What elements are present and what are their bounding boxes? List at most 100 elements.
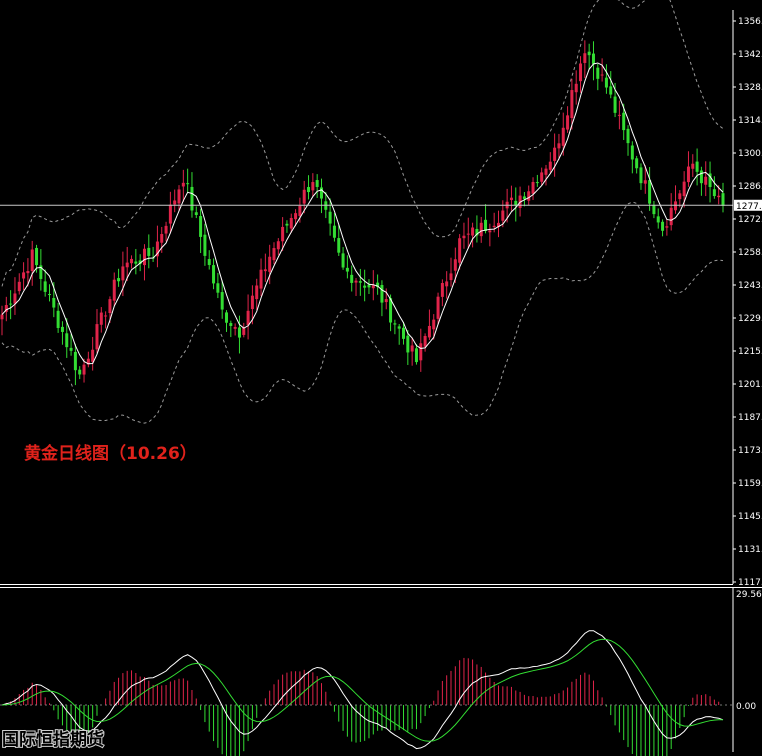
candle-body [160, 234, 164, 243]
candle-body [635, 158, 639, 169]
candle-body [207, 259, 211, 265]
candle-body [380, 284, 384, 303]
candle-body [639, 167, 643, 184]
candle-body [492, 225, 496, 228]
candle-body [445, 281, 449, 287]
candle-body [604, 77, 608, 88]
y-tick-label: 1286. [738, 182, 762, 192]
macd-panel [0, 630, 733, 756]
candle-body [117, 278, 121, 282]
candle-body [147, 247, 151, 256]
candle-body [26, 271, 30, 274]
candle-body [43, 281, 47, 292]
candle-body [250, 295, 254, 310]
candle-body [484, 219, 488, 231]
candle-body [462, 235, 466, 239]
candle-body [427, 325, 431, 338]
macd-signal-line [1, 638, 724, 742]
candle-body [307, 187, 311, 193]
candle-body [630, 145, 634, 160]
candle-body [432, 319, 436, 330]
y-tick-label: 1187. [738, 413, 762, 423]
candle-body [721, 193, 725, 206]
y-tick-label: 1258. [738, 248, 762, 258]
candle-body [674, 201, 678, 211]
candle-body [587, 51, 591, 56]
candle-body [216, 283, 220, 293]
candle-body [488, 230, 492, 233]
candle-body [35, 247, 39, 266]
candle-body [544, 168, 548, 175]
candle-body [294, 213, 298, 220]
candle-body [371, 285, 375, 289]
candle-body [52, 298, 56, 308]
y-tick-label: 1243. [738, 281, 762, 291]
candle-body [91, 349, 95, 362]
candle-body [479, 222, 483, 237]
candle-body [686, 166, 690, 183]
candle-body [186, 183, 190, 185]
candle-body [384, 299, 388, 303]
candlesticks [0, 40, 725, 386]
gold-daily-chart: 1356. 1342. 1328. 1314. 1300. 1286. 1272. 1258.… [0, 0, 762, 756]
candle-body [548, 161, 552, 170]
candle-body [609, 86, 613, 95]
candle-body [358, 281, 362, 283]
candle-body [466, 233, 470, 235]
candle-body [423, 335, 427, 347]
candle-body [458, 238, 462, 263]
candle-body [591, 53, 595, 65]
candle-body [406, 335, 410, 353]
candle-body [678, 193, 682, 200]
y-tick-label: 1145. [738, 512, 762, 522]
candle-body [17, 281, 21, 292]
candle-body [561, 127, 565, 146]
candle-body [643, 180, 647, 184]
price-axis-ticks: 1356. 1342. 1328. 1314. 1300. 1286. 1272. 1258.… [733, 17, 762, 588]
candle-body [397, 326, 401, 329]
candle-body [665, 226, 669, 228]
candle-body [414, 348, 418, 363]
candle-body [30, 249, 34, 272]
candle-body [190, 186, 194, 211]
candle-body [704, 176, 708, 185]
y-tick-label: 1272. [738, 215, 762, 225]
candle-body [73, 351, 77, 371]
candle-body [99, 312, 103, 325]
macd-line [1, 630, 724, 750]
candle-body [60, 326, 64, 332]
candle-body [471, 227, 475, 236]
candle-body [367, 284, 371, 288]
candle-body [121, 266, 125, 281]
candle-body [220, 292, 224, 310]
candle-body [194, 212, 198, 215]
candle-body [341, 253, 345, 268]
candle-body [95, 324, 99, 350]
candle-body [255, 285, 259, 300]
y-tick-label: 1314. [738, 116, 762, 126]
candle-body [350, 274, 354, 283]
candle-body [22, 272, 26, 279]
upper-band [1, 0, 724, 287]
candle-body [65, 333, 69, 348]
candle-body [315, 180, 319, 187]
candle-body [557, 143, 561, 149]
candle-body [225, 312, 229, 323]
candle-body [311, 182, 315, 191]
watermark-logo: 国际恒指期货 [2, 729, 104, 750]
y-tick-label: 1215. [738, 347, 762, 357]
candle-body [281, 226, 285, 242]
candle-body [142, 248, 146, 266]
candle-body [712, 189, 716, 197]
candle-body [583, 53, 587, 63]
candle-body [669, 207, 673, 226]
candle-body [0, 314, 4, 320]
candle-body [337, 238, 341, 253]
y-tick-label: 1300. [738, 149, 762, 159]
current-price-label: 1277. [736, 202, 762, 212]
candle-body [78, 369, 82, 375]
candle-body [509, 197, 513, 201]
y-tick-label: 1201. [738, 380, 762, 390]
y-tick-label: 1342. [738, 50, 762, 60]
candle-body [319, 187, 323, 199]
